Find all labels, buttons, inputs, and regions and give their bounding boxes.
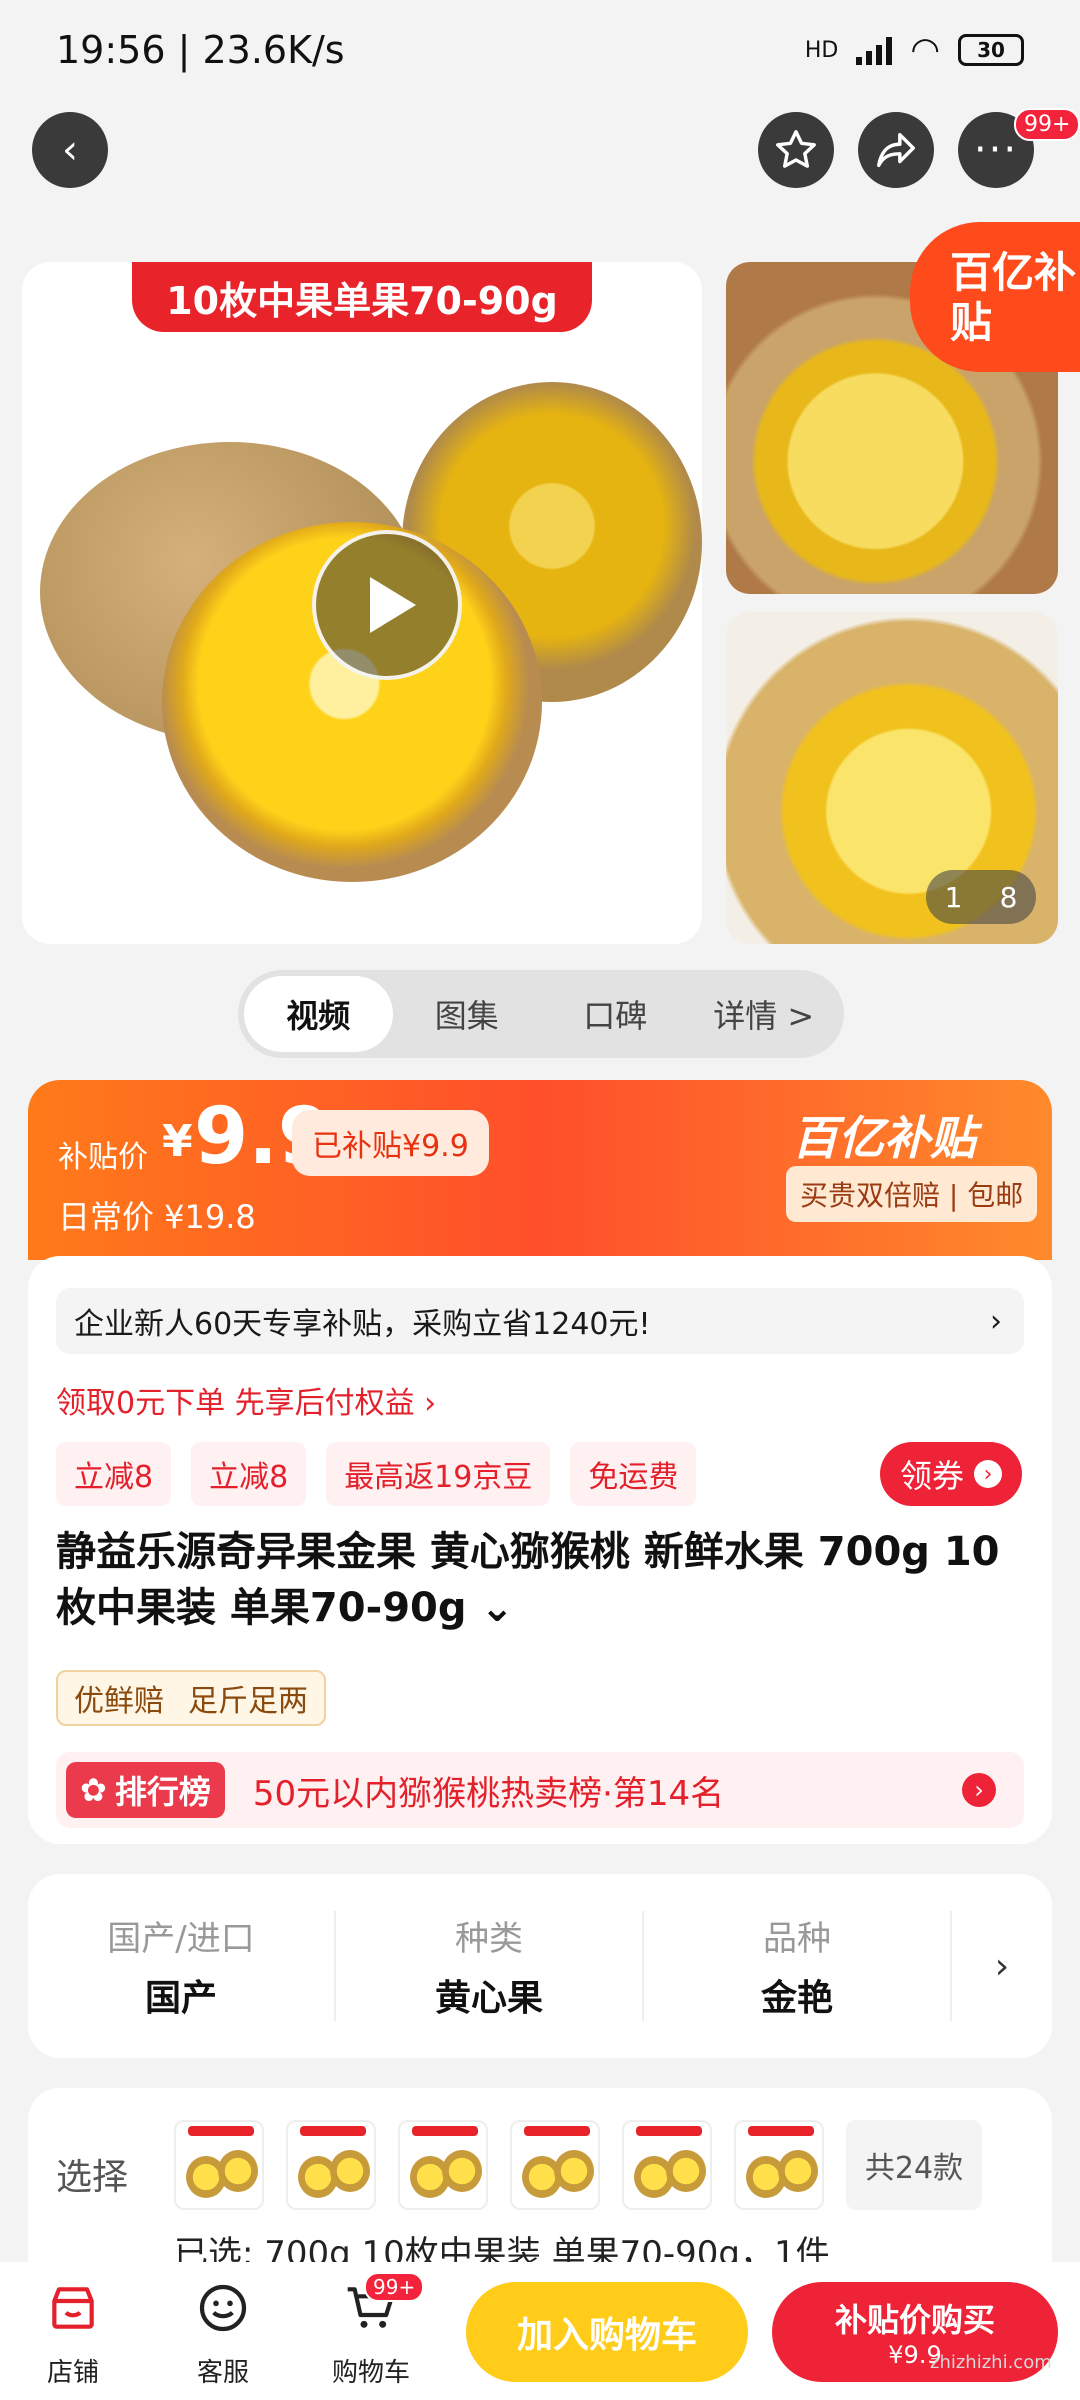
shop-label: 店铺 bbox=[46, 2358, 99, 2388]
attribute-value: 黄心果 bbox=[434, 1978, 543, 2019]
attribute-origin: 国产/进口 国产 bbox=[28, 1911, 336, 2021]
hd-label: HD bbox=[804, 37, 839, 63]
watermark: zhizhizhi.com bbox=[930, 2352, 1052, 2373]
tab-video[interactable]: 视频 bbox=[244, 976, 393, 1052]
select-label: 选择 bbox=[56, 2157, 129, 2198]
variant-thumbnail[interactable] bbox=[510, 2120, 600, 2210]
attribute-value: 金艳 bbox=[760, 1978, 833, 2019]
trophy-icon: ✿ bbox=[80, 1771, 107, 1809]
chevron-circle-icon: › bbox=[974, 1460, 1003, 1488]
coupon-item[interactable]: 最高返19京豆 bbox=[326, 1442, 551, 1506]
product-info-card: 企业新人60天专享补贴，采购立省1240元! › 领取0元下单 先享后付权益 ›… bbox=[28, 1256, 1052, 1844]
favorite-button[interactable] bbox=[758, 112, 834, 188]
tab-gallery[interactable]: 图集 bbox=[393, 976, 542, 1052]
ranking-text: 50元以内猕猴桃热卖榜·第14名 bbox=[252, 1773, 725, 1814]
variant-thumbnail[interactable] bbox=[622, 2120, 712, 2210]
image-banner: 10枚中果单果70-90g bbox=[132, 262, 592, 332]
star-icon bbox=[776, 130, 816, 168]
coupon-item[interactable]: 免运费 bbox=[570, 1442, 697, 1506]
status-icons: HD ◠ 30 bbox=[805, 30, 1024, 70]
counter-current: 1 bbox=[944, 880, 963, 914]
chevron-right-icon: › bbox=[990, 1303, 1002, 1339]
play-video-button[interactable] bbox=[312, 530, 462, 680]
subsidized-chip: 已补贴¥9.9 bbox=[292, 1110, 489, 1176]
media-tabs: 视频 图集 口碑 详情 > bbox=[238, 970, 844, 1058]
get-coupon-button[interactable]: 领券 › bbox=[880, 1442, 1023, 1506]
enterprise-notice[interactable]: 企业新人60天专享补贴，采购立省1240元! › bbox=[56, 1288, 1024, 1354]
tag-full-weight: 足斤足两 bbox=[188, 1684, 308, 1719]
buy-label: 补贴价购买 bbox=[834, 2301, 995, 2339]
subsidy-brand-logo[interactable]: 百亿补贴 bbox=[792, 1102, 976, 1168]
wifi-icon: ◠ bbox=[910, 30, 940, 70]
variant-total[interactable]: 共24款 bbox=[846, 2120, 982, 2210]
attribute-key: 品种 bbox=[763, 1919, 831, 1959]
battery-icon: 30 bbox=[958, 34, 1024, 66]
pay-later-link[interactable]: 领取0元下单 先享后付权益 › bbox=[56, 1378, 436, 1422]
shop-button[interactable]: 店铺 bbox=[18, 2280, 128, 2389]
chat-face-icon bbox=[195, 2280, 251, 2336]
attributes-card[interactable]: 国产/进口 国产 种类 黄心果 品种 金艳 › bbox=[28, 1874, 1052, 2058]
variant-thumbnail[interactable] bbox=[174, 2120, 264, 2210]
coupon-item[interactable]: 立减8 bbox=[191, 1442, 307, 1506]
price-label: 补贴价 bbox=[58, 1140, 148, 1175]
variant-thumbnail[interactable] bbox=[734, 2120, 824, 2210]
attribute-type: 种类 黄心果 bbox=[336, 1911, 644, 2021]
tag-fresh-guarantee: 优鲜赔 bbox=[74, 1684, 164, 1719]
bottom-action-bar: 店铺 客服 购物车 99+ 加入购物车 补贴价购买 ¥9.9 zhizhizhi… bbox=[0, 2262, 1080, 2400]
price-currency: ¥ bbox=[162, 1116, 193, 1167]
share-button[interactable] bbox=[858, 112, 934, 188]
cart-count-badge: 99+ bbox=[364, 2272, 425, 2302]
share-icon bbox=[877, 132, 915, 168]
service-label: 客服 bbox=[196, 2358, 249, 2388]
attribute-value: 国产 bbox=[144, 1978, 217, 2019]
attribute-variety: 品种 金艳 bbox=[644, 1911, 952, 2021]
service-tags[interactable]: 优鲜赔 足斤足两 bbox=[56, 1670, 326, 1726]
cart-label: 购物车 bbox=[331, 2358, 410, 2388]
chevron-right-icon: › bbox=[962, 1773, 996, 1807]
price-card: 补贴价 ¥ 9.9 已补贴¥9.9 日常价 ¥19.8 百亿补贴 买贵双倍赔 |… bbox=[28, 1080, 1052, 1260]
message-badge: 99+ bbox=[1014, 108, 1080, 141]
main-product-image[interactable]: 10枚中果单果70-90g bbox=[22, 262, 702, 944]
back-button[interactable]: ‹ bbox=[32, 112, 108, 188]
attribute-key: 国产/进口 bbox=[107, 1919, 255, 1959]
status-time: 19:56 | 23.6K/s bbox=[56, 28, 345, 72]
shop-icon bbox=[45, 2280, 101, 2336]
get-coupon-label: 领券 bbox=[900, 1457, 965, 1495]
variant-thumbnail[interactable] bbox=[286, 2120, 376, 2210]
more-icon: ··· bbox=[973, 127, 1019, 173]
ranking-tag-label: 排行榜 bbox=[114, 1773, 211, 1811]
customer-service-button[interactable]: 客服 bbox=[168, 2280, 278, 2389]
daily-price: 日常价 ¥19.8 bbox=[58, 1198, 256, 1236]
counter-total: 8 bbox=[999, 880, 1018, 914]
ranking-banner[interactable]: ✿ 排行榜 50元以内猕猴桃热卖榜·第14名 › bbox=[56, 1752, 1024, 1828]
coupon-item[interactable]: 立减8 bbox=[56, 1442, 172, 1506]
status-bar: 19:56 | 23.6K/s HD ◠ 30 bbox=[0, 0, 1080, 100]
variant-thumbnail[interactable] bbox=[398, 2120, 488, 2210]
coupon-list: 立减8 立减8 最高返19京豆 免运费 bbox=[56, 1442, 697, 1506]
subsidy-promo-badge: 百亿补贴 bbox=[910, 222, 1080, 372]
product-title: 静益乐源奇异果金果 黄心猕猴桃 新鲜水果 700g 10枚中果装 单果70-90… bbox=[56, 1529, 1000, 1631]
signal-icon bbox=[856, 35, 893, 65]
ranking-tag: ✿ 排行榜 bbox=[66, 1762, 225, 1818]
tab-reviews[interactable]: 口碑 bbox=[541, 976, 690, 1052]
image-counter: 1 8 bbox=[926, 870, 1036, 924]
attribute-key: 种类 bbox=[455, 1919, 523, 1959]
chevron-right-icon[interactable]: › bbox=[952, 1946, 1052, 1987]
tab-details[interactable]: 详情 > bbox=[690, 976, 839, 1052]
notice-text: 企业新人60天专享补贴，采购立省1240元! bbox=[74, 1307, 651, 1342]
variant-select-card[interactable]: 选择 共24款 已选: 700g 10枚中果装 单果70-90g，1件 bbox=[28, 2088, 1052, 2288]
add-to-cart-button[interactable]: 加入购物车 bbox=[466, 2282, 748, 2382]
variant-thumbnails: 共24款 bbox=[174, 2120, 982, 2210]
subsidy-guarantee: 买贵双倍赔 | 包邮 bbox=[786, 1166, 1038, 1222]
